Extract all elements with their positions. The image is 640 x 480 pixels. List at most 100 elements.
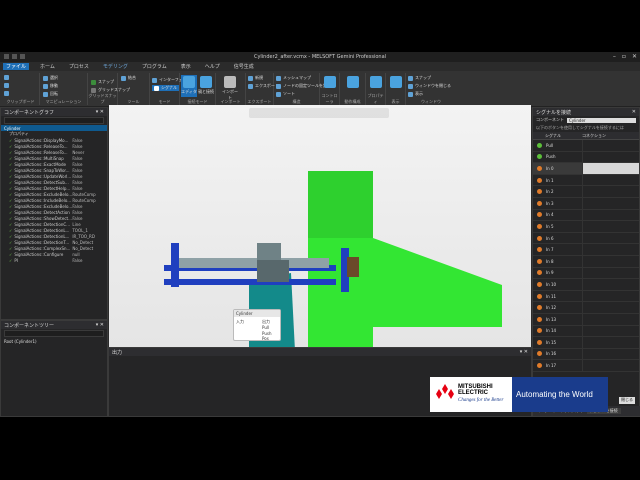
property-value[interactable]: False (72, 180, 82, 185)
check-icon[interactable]: ✓ (9, 180, 12, 185)
signal-connection-cell[interactable] (582, 174, 639, 186)
frame-left-post[interactable] (171, 243, 179, 287)
behavior-button[interactable] (345, 75, 361, 97)
property-value[interactable]: No_Detect (72, 246, 93, 251)
signal-row[interactable]: In 16 (533, 348, 639, 361)
menu-modeling[interactable]: モデリング (100, 63, 131, 70)
signal-connection-cell[interactable] (582, 186, 639, 197)
check-icon[interactable]: ✓ (9, 258, 12, 263)
close-panel-button[interactable]: 閉じる (619, 397, 635, 404)
rotate-button[interactable]: 回転 (43, 91, 58, 97)
property-value[interactable]: False (72, 144, 82, 149)
check-icon[interactable]: ✓ (9, 198, 12, 203)
check-icon[interactable]: ✓ (9, 168, 12, 173)
join-button[interactable]: 結合 (121, 75, 136, 81)
signal-row[interactable]: In 15 (533, 337, 639, 349)
signal-row[interactable]: In 0 (533, 163, 639, 175)
col-connection[interactable]: コネクション (579, 133, 639, 139)
check-icon[interactable]: ✓ (9, 216, 12, 221)
property-value[interactable]: False (72, 258, 82, 263)
menu-process[interactable]: プロセス (66, 63, 92, 70)
close-window-button[interactable]: ウィンドウを閉じる (408, 83, 451, 89)
check-icon[interactable]: ✓ (9, 234, 12, 239)
signal-connection-cell[interactable] (582, 313, 639, 325)
property-row[interactable]: ✓ PI False (1, 257, 107, 263)
property-value[interactable]: Never (72, 150, 84, 155)
snap-button[interactable]: スナップ (91, 79, 114, 85)
signal-connection-cell[interactable] (582, 360, 639, 371)
import-button[interactable]: インポート (222, 75, 238, 100)
check-icon[interactable]: ✓ (9, 204, 12, 209)
signal-row[interactable]: In 12 (533, 302, 639, 314)
tree-root-node[interactable]: Root (Cylinder1) (1, 338, 107, 344)
signal-connection-cell[interactable] (582, 209, 639, 221)
check-icon[interactable]: ✓ (9, 246, 12, 251)
mini-panel-pull[interactable]: Pull (262, 325, 269, 330)
check-icon[interactable]: ✓ (9, 138, 12, 143)
new-button[interactable]: 新規 (248, 75, 263, 81)
editor-button[interactable]: エディタ (181, 75, 197, 97)
signal-connection-cell[interactable] (582, 302, 639, 313)
piston-rod[interactable] (179, 258, 329, 268)
check-icon[interactable]: ✓ (9, 192, 12, 197)
signal-connection-cell[interactable] (582, 151, 639, 163)
property-row[interactable]: ✓ SignalActions::ComplexSn... No_Detect (1, 245, 107, 251)
signal-connection-cell[interactable] (582, 221, 639, 232)
property-row[interactable]: ✓ SignalActions::DetectionL... IR_TOO_RD (1, 233, 107, 239)
signal-connection-cell[interactable] (582, 337, 639, 348)
cylinder-block[interactable] (257, 260, 289, 282)
signal-connection-cell[interactable] (582, 267, 639, 279)
property-value[interactable]: False (72, 162, 82, 167)
signal-connection-cell[interactable] (582, 255, 639, 267)
check-icon[interactable]: ✓ (9, 186, 12, 191)
signal-row[interactable]: In 4 (533, 209, 639, 222)
property-value[interactable]: False (72, 174, 82, 179)
sort-button[interactable]: ソート (276, 91, 295, 97)
close-icon[interactable]: ✕ (632, 53, 637, 60)
signal-row[interactable]: In 3 (533, 197, 639, 210)
display-window-button[interactable]: 表示 (408, 91, 423, 97)
check-icon[interactable]: ✓ (9, 144, 12, 149)
component-tree-search[interactable] (4, 330, 104, 337)
close-icon[interactable]: ✕ (632, 109, 636, 115)
signal-connection-cell[interactable] (582, 348, 639, 360)
property-value[interactable]: RouteComp (72, 192, 95, 197)
signal-row[interactable]: In 5 (533, 221, 639, 233)
check-icon[interactable]: ✓ (9, 150, 12, 155)
signal-row[interactable]: In 17 (533, 360, 639, 372)
signal-row[interactable]: In 7 (533, 244, 639, 256)
property-value[interactable]: False (72, 156, 82, 161)
menu-view[interactable]: 表示 (178, 63, 194, 70)
property-value[interactable]: null (72, 252, 79, 257)
menu-home[interactable]: ホーム (37, 63, 58, 70)
check-icon[interactable]: ✓ (9, 156, 12, 161)
signal-row[interactable]: In 1 (533, 174, 639, 187)
check-icon[interactable]: ✓ (9, 174, 12, 179)
menu-program[interactable]: プログラム (139, 63, 170, 70)
pin-icon[interactable]: ▾ ✕ (96, 109, 104, 115)
component-select[interactable]: Cylinder (567, 117, 636, 123)
signal-row[interactable]: In 11 (533, 290, 639, 303)
check-icon[interactable]: ✓ (9, 210, 12, 215)
menu-file[interactable]: ファイル (3, 63, 30, 70)
copy-button[interactable] (4, 91, 9, 96)
signal-row[interactable]: In 13 (533, 313, 639, 326)
check-icon[interactable]: ✓ (9, 228, 12, 233)
signal-button[interactable]: シグナル (152, 85, 179, 91)
property-value[interactable]: False (72, 216, 82, 221)
mesh-button[interactable]: メッシュマップ (276, 75, 311, 81)
signal-mini-panel[interactable]: Cylinder 入力 出力 Pull Push Pos (233, 309, 281, 341)
signal-connection-cell[interactable] (582, 279, 639, 290)
snap-window-button[interactable]: スナップ (408, 75, 431, 81)
pin-icon[interactable]: ▾ ✕ (520, 349, 528, 355)
property-value[interactable]: False (72, 168, 82, 173)
signal-connection-cell[interactable] (582, 244, 639, 255)
property-value[interactable]: False (72, 210, 82, 215)
signal-row[interactable]: Pull (533, 140, 639, 152)
property-row[interactable]: ✓ SignalActions::IncludeBelo... RouteComp (1, 197, 107, 203)
signal-row[interactable]: In 6 (533, 232, 639, 245)
component-graph-search[interactable] (4, 117, 104, 124)
property-value[interactable]: False (72, 204, 82, 209)
signal-row[interactable]: In 14 (533, 325, 639, 338)
property-value[interactable]: False (72, 138, 82, 143)
